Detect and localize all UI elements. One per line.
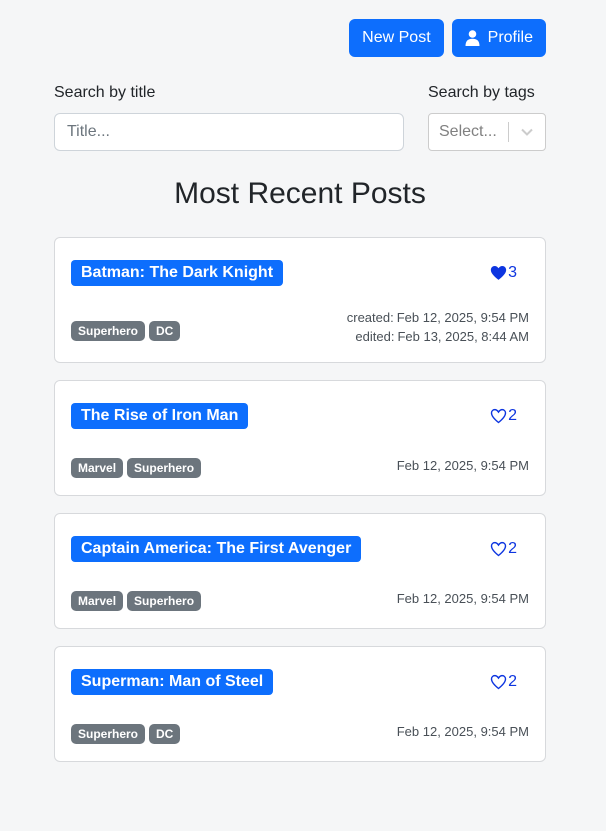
like-count: 2 xyxy=(508,540,517,557)
like-button[interactable]: 2 xyxy=(490,407,517,425)
post-card: Batman: The Dark Knight 3 Superhero DC c… xyxy=(54,237,546,363)
post-title-link[interactable]: Batman: The Dark Knight xyxy=(71,260,284,286)
post-card: The Rise of Iron Man 2 Marvel Superhero … xyxy=(54,380,546,496)
search-title-label: Search by title xyxy=(54,84,156,101)
like-button[interactable]: 3 xyxy=(490,264,517,282)
post-title-link[interactable]: The Rise of Iron Man xyxy=(71,403,249,429)
tag-badge[interactable]: Marvel xyxy=(71,458,124,478)
chevron-down-icon[interactable] xyxy=(509,127,545,137)
tag-badge[interactable]: Marvel xyxy=(71,591,124,611)
search-title-input[interactable] xyxy=(54,113,404,151)
tag-badge[interactable]: Superhero xyxy=(71,724,146,744)
top-actions: New Post Profile xyxy=(349,19,546,57)
post-date: Feb 12, 2025, 9:54 PM xyxy=(396,591,529,606)
created-date-line: created: Feb 12, 2025, 9:54 PM xyxy=(347,308,529,327)
post-list: Batman: The Dark Knight 3 Superhero DC c… xyxy=(54,237,546,779)
tag-list: Marvel Superhero xyxy=(71,458,202,478)
new-post-button[interactable]: New Post xyxy=(349,19,444,57)
edited-label: edited: xyxy=(355,329,395,344)
tag-badge[interactable]: DC xyxy=(149,321,181,341)
edited-date-line: edited: Feb 13, 2025, 8:44 AM xyxy=(347,327,529,346)
created-label: created: xyxy=(346,310,394,325)
tag-badge[interactable]: Superhero xyxy=(71,321,146,341)
like-count: 2 xyxy=(508,407,517,424)
like-count: 2 xyxy=(508,673,517,690)
created-date: Feb 12, 2025, 9:54 PM xyxy=(396,310,529,325)
post-title-link[interactable]: Superman: Man of Steel xyxy=(71,669,274,695)
heart-filled-icon xyxy=(490,265,507,281)
user-icon xyxy=(465,30,480,46)
tag-list: Superhero DC xyxy=(71,321,181,341)
like-button[interactable]: 2 xyxy=(490,540,517,558)
edited-date: Feb 13, 2025, 8:44 AM xyxy=(397,329,529,344)
new-post-label: New Post xyxy=(362,29,431,46)
tags-select[interactable]: Select... xyxy=(428,113,546,151)
tag-badge[interactable]: DC xyxy=(149,724,181,744)
search-tags-label: Search by tags xyxy=(428,84,535,101)
profile-button[interactable]: Profile xyxy=(451,19,546,57)
tag-list: Marvel Superhero xyxy=(71,591,202,611)
post-card: Superman: Man of Steel 2 Superhero DC Fe… xyxy=(54,646,546,762)
search-tags-group: Search by tags Select... xyxy=(428,83,546,151)
tag-badge[interactable]: Superhero xyxy=(127,458,202,478)
tag-badge[interactable]: Superhero xyxy=(127,591,202,611)
section-title: Most Recent Posts xyxy=(174,177,426,210)
like-button[interactable]: 2 xyxy=(490,673,517,691)
tag-list: Superhero DC xyxy=(71,724,181,744)
heart-outline-icon xyxy=(490,541,507,557)
tags-select-placeholder: Select... xyxy=(439,123,497,140)
profile-label: Profile xyxy=(487,29,533,46)
post-title-link[interactable]: Captain America: The First Avenger xyxy=(71,536,362,562)
heart-outline-icon xyxy=(490,408,507,424)
search-title-group: Search by title xyxy=(54,83,404,151)
post-date: Feb 12, 2025, 9:54 PM xyxy=(396,724,529,739)
search-row: Search by title Search by tags Select... xyxy=(54,83,546,153)
post-card: Captain America: The First Avenger 2 Mar… xyxy=(54,513,546,629)
post-date: Feb 12, 2025, 9:54 PM xyxy=(396,458,529,473)
post-dates: created: Feb 12, 2025, 9:54 PM edited: Feb… xyxy=(347,308,529,346)
heart-outline-icon xyxy=(490,674,507,690)
like-count: 3 xyxy=(508,264,517,281)
